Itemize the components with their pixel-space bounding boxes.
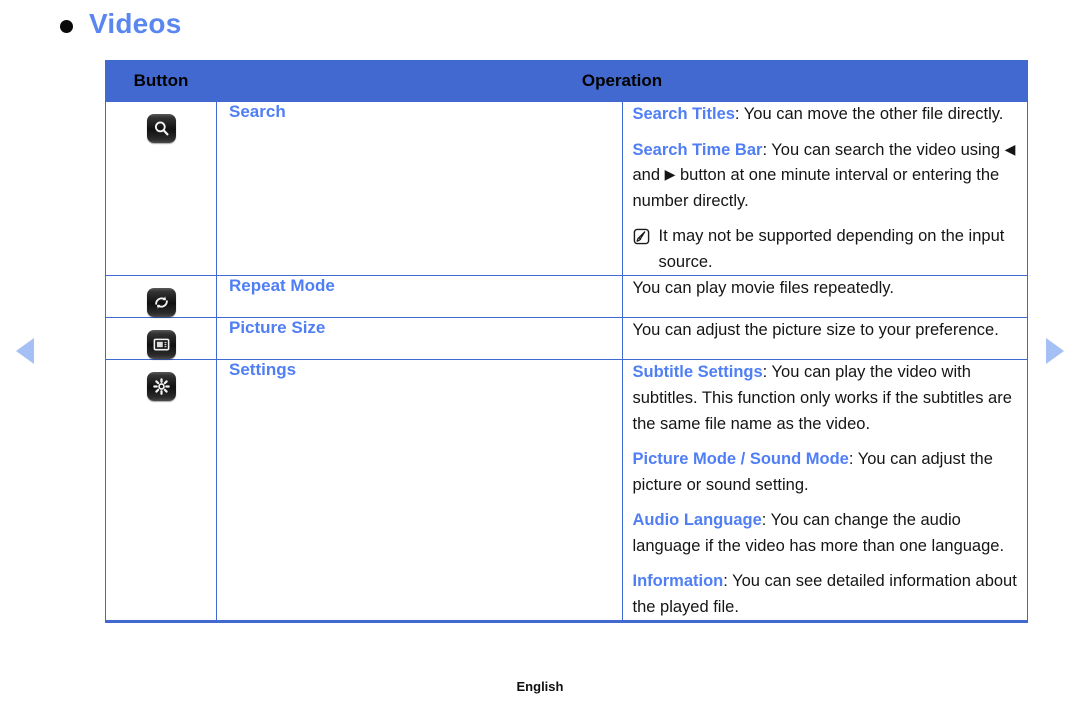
column-header-operation: Operation [216,60,1028,102]
description-text: button at one minute interval or enterin… [632,166,1000,210]
picture-size-icon [146,330,176,360]
table-header-row: Button Operation [105,60,1028,102]
description-paragraph: Search Time Bar: You can search the vide… [633,138,1022,215]
row-function-name: Repeat Mode [216,275,623,319]
footer-language: English [516,679,564,694]
description-term: Search Titles [632,105,735,123]
row-button-icon-cell [105,317,217,361]
column-header-button: Button [105,60,217,102]
table-row: Repeat Mode You can play movie files repe… [105,275,1028,319]
description-paragraph: You can adjust the picture size to your … [632,321,999,340]
row-button-icon-cell [105,100,217,277]
row-operation-description: You can play movie files repeatedly. [621,275,1028,319]
right-arrow-glyph-icon: ▶ [664,166,676,183]
row-function-name: Search [216,100,623,277]
note-paragraph: It may not be supported depending on the… [633,224,1022,275]
search-icon [146,114,176,143]
description-term: Subtitle Settings [632,363,763,382]
page-heading: Videos [60,10,182,38]
button-operation-table: Button Operation Search Search Titles: Yo… [105,60,1028,624]
note-text: It may not be supported depending on the… [658,227,1005,271]
description-term: Audio Language [632,511,762,530]
note-memo-icon [633,228,649,245]
description-paragraph: Search Titles: You can move the other fi… [633,102,1022,128]
left-arrow-glyph-icon: ◀ [1004,140,1016,157]
row-button-icon-cell [105,275,217,319]
row-operation-description: Subtitle Settings: You can play the vide… [621,359,1028,624]
table-row: Settings Subtitle Settings: You can play … [105,359,1028,624]
row-function-name: Settings [216,359,623,624]
description-text: and [632,166,665,185]
description-term: Search Time Bar [632,140,763,159]
description-paragraph: You can play movie files repeatedly. [632,279,894,298]
description-text: : You can move the other file directly. [734,105,1004,123]
description-text: : You can search the video using [762,140,1005,159]
next-page-arrow-icon[interactable] [1046,338,1064,364]
page-title: Videos [89,8,182,39]
description-paragraph: Audio Language: You can change the audio… [633,508,1022,559]
settings-gear-icon [146,372,176,402]
manual-page: Videos Button Operation Search Search Tit… [0,0,1080,705]
table-row: Search Search Titles: You can move the ot… [105,100,1028,277]
description-term: Picture Mode / Sound Mode [632,450,849,469]
row-operation-description: Search Titles: You can move the other fi… [621,100,1028,277]
row-operation-description: You can adjust the picture size to your … [621,317,1028,361]
row-button-icon-cell [105,359,217,624]
bullet-icon [60,19,73,33]
description-term: Information [632,572,724,591]
description-paragraph: Information: You can see detailed inform… [633,569,1022,620]
row-function-name: Picture Size [216,317,623,361]
description-paragraph: Subtitle Settings: You can play the vide… [633,360,1022,437]
table-row: Picture Size You can adjust the picture s… [105,317,1028,361]
previous-page-arrow-icon[interactable] [16,338,34,364]
repeat-icon [146,288,176,318]
description-paragraph: Picture Mode / Sound Mode: You can adjus… [633,447,1022,498]
